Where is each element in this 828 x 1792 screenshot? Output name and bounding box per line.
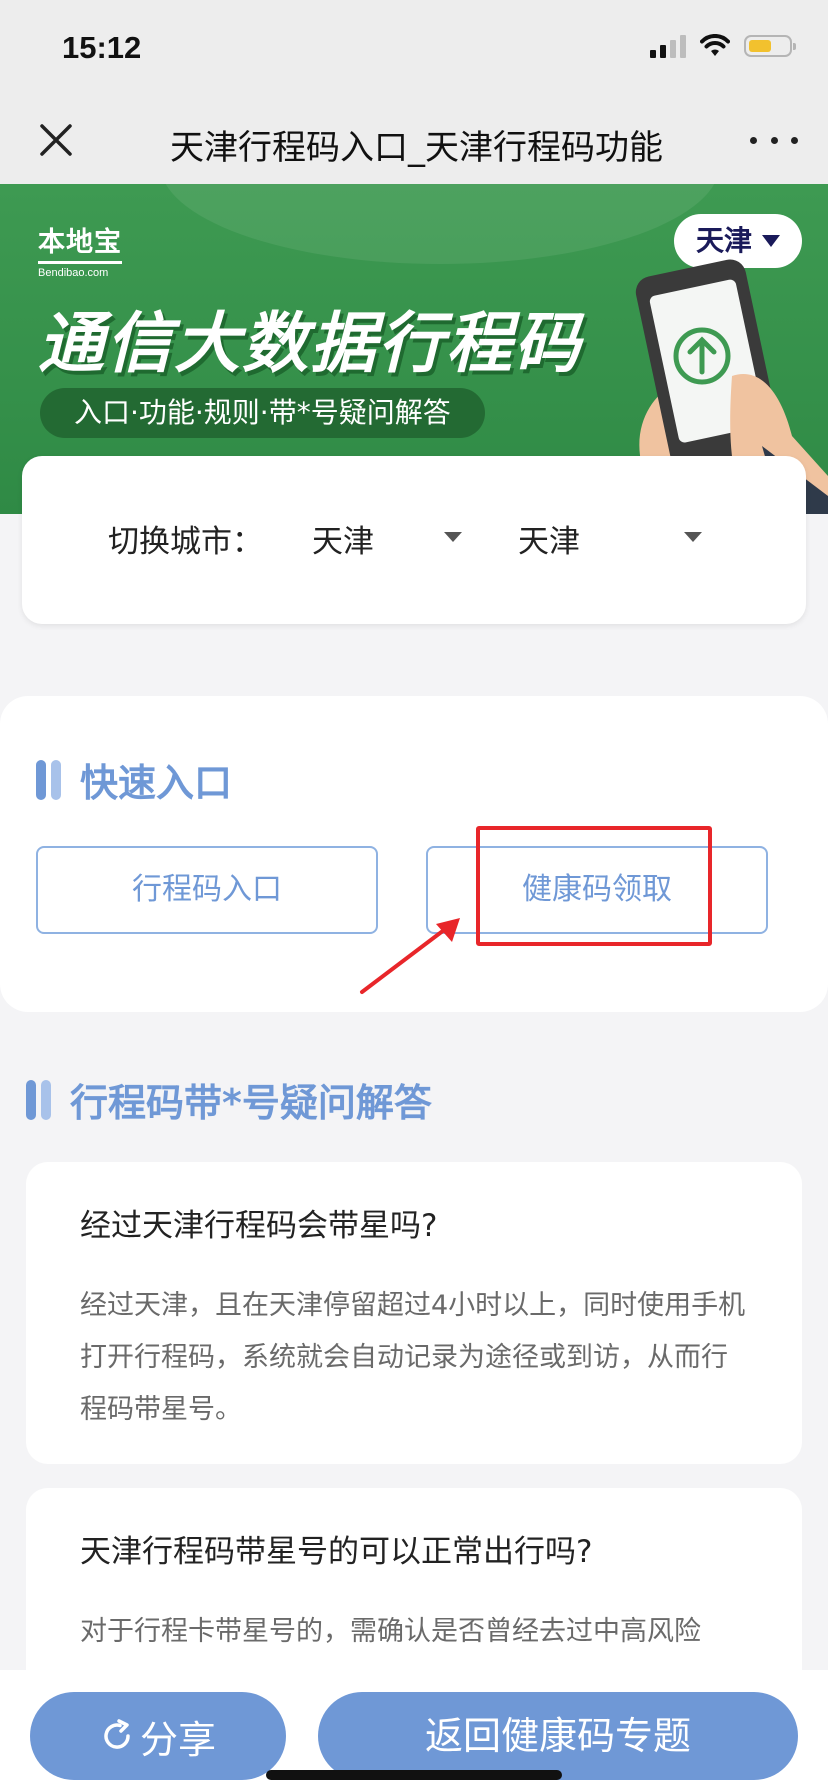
share-button[interactable]: 分享 [30,1692,286,1780]
caret-down-icon [684,532,702,542]
banner-subtitle: 入口·功能·规则·带*号疑问解答 [40,388,485,438]
city-switch-card: 切换城市： 天津 天津 [22,456,806,624]
wifi-icon [700,34,730,56]
highlight-annotation [476,826,712,946]
logo: 本地宝 Bendibao.com [38,220,122,279]
faq-question: 天津行程码带星号的可以正常出行吗? [80,1534,593,1570]
faq-item: 经过天津行程码会带星吗? 经过天津，且在天津停留超过4小时以上，同时使用手机打开… [26,1162,802,1464]
home-indicator [266,1770,562,1780]
cellular-signal-icon [650,34,686,58]
faq-answer: 对于行程卡带星号的，需确认是否曾经去过中高风险 [80,1616,701,1647]
share-icon [104,1719,130,1749]
title-bar: 天津行程码入口_天津行程码功能 [0,96,828,184]
quick-entry-title: 快速入口 [80,761,233,805]
faq-section-title: 行程码带*号疑问解答 [70,1081,432,1125]
banner-title: 通信大数据行程码 [38,305,582,382]
status-time: 15:12 [62,30,142,65]
trip-code-entry-button[interactable]: 行程码入口 [36,846,378,934]
close-icon[interactable] [34,118,78,162]
status-bar: 15:12 [0,0,828,96]
section-bar-icon [26,1080,51,1120]
more-icon[interactable] [750,122,798,158]
faq-answer: 经过天津，且在天津停留超过4小时以上，同时使用手机打开行程码，系统就会自动记录为… [80,1290,746,1425]
page-title: 天津行程码入口_天津行程码功能 [170,128,663,168]
city-select[interactable]: 天津 [518,516,708,561]
switch-city-label: 切换城市： [108,524,263,560]
caret-down-icon [444,532,462,542]
province-select[interactable]: 天津 [312,516,462,561]
back-to-health-code-button[interactable]: 返回健康码专题 [318,1692,798,1780]
section-bar-icon [36,760,61,800]
arrow-annotation-icon [360,918,460,994]
battery-icon [744,35,796,57]
faq-question: 经过天津行程码会带星吗? [80,1208,438,1244]
status-icons [650,34,796,58]
